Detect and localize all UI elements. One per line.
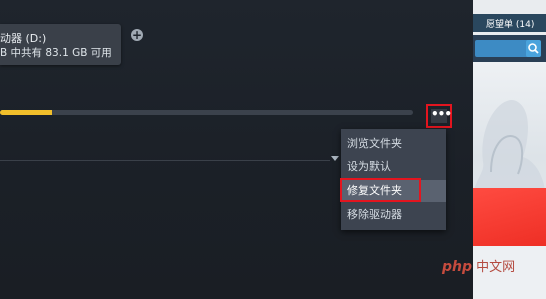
menu-item-browse-folder[interactable]: 浏览文件夹 xyxy=(341,133,446,155)
storage-manager: 动器 (D:) B 中共有 83.1 GB 可用 + ••• 浏览文件夹 设为默… xyxy=(0,0,473,299)
divider xyxy=(0,160,330,161)
storage-usage-fill xyxy=(0,110,53,115)
watermark: php 中文网 xyxy=(442,256,515,275)
store-side-panel: 愿望单 (14) xyxy=(473,0,546,299)
watermark-brand: php xyxy=(442,259,473,275)
more-options-button[interactable]: ••• xyxy=(426,104,452,128)
more-icon: ••• xyxy=(431,107,452,123)
menu-item-remove-drive[interactable]: 移除驱动器 xyxy=(341,204,446,226)
drive-name: 动器 (D:) xyxy=(0,32,47,45)
wishlist-label: 愿望单 (14) xyxy=(486,20,535,30)
promo-red-banner xyxy=(473,188,546,246)
search-button[interactable] xyxy=(526,40,541,57)
drive-card[interactable]: 动器 (D:) B 中共有 83.1 GB 可用 xyxy=(0,24,121,65)
watermark-text: 中文网 xyxy=(476,260,516,275)
menu-item-set-default[interactable]: 设为默认 xyxy=(341,156,446,178)
add-drive-button[interactable]: + xyxy=(131,29,143,41)
caret-down-icon xyxy=(331,156,339,161)
drive-free-space: B 中共有 83.1 GB 可用 xyxy=(0,47,112,59)
search-icon xyxy=(528,43,539,54)
storage-usage-bar xyxy=(0,110,413,115)
highlight-box xyxy=(340,178,421,202)
